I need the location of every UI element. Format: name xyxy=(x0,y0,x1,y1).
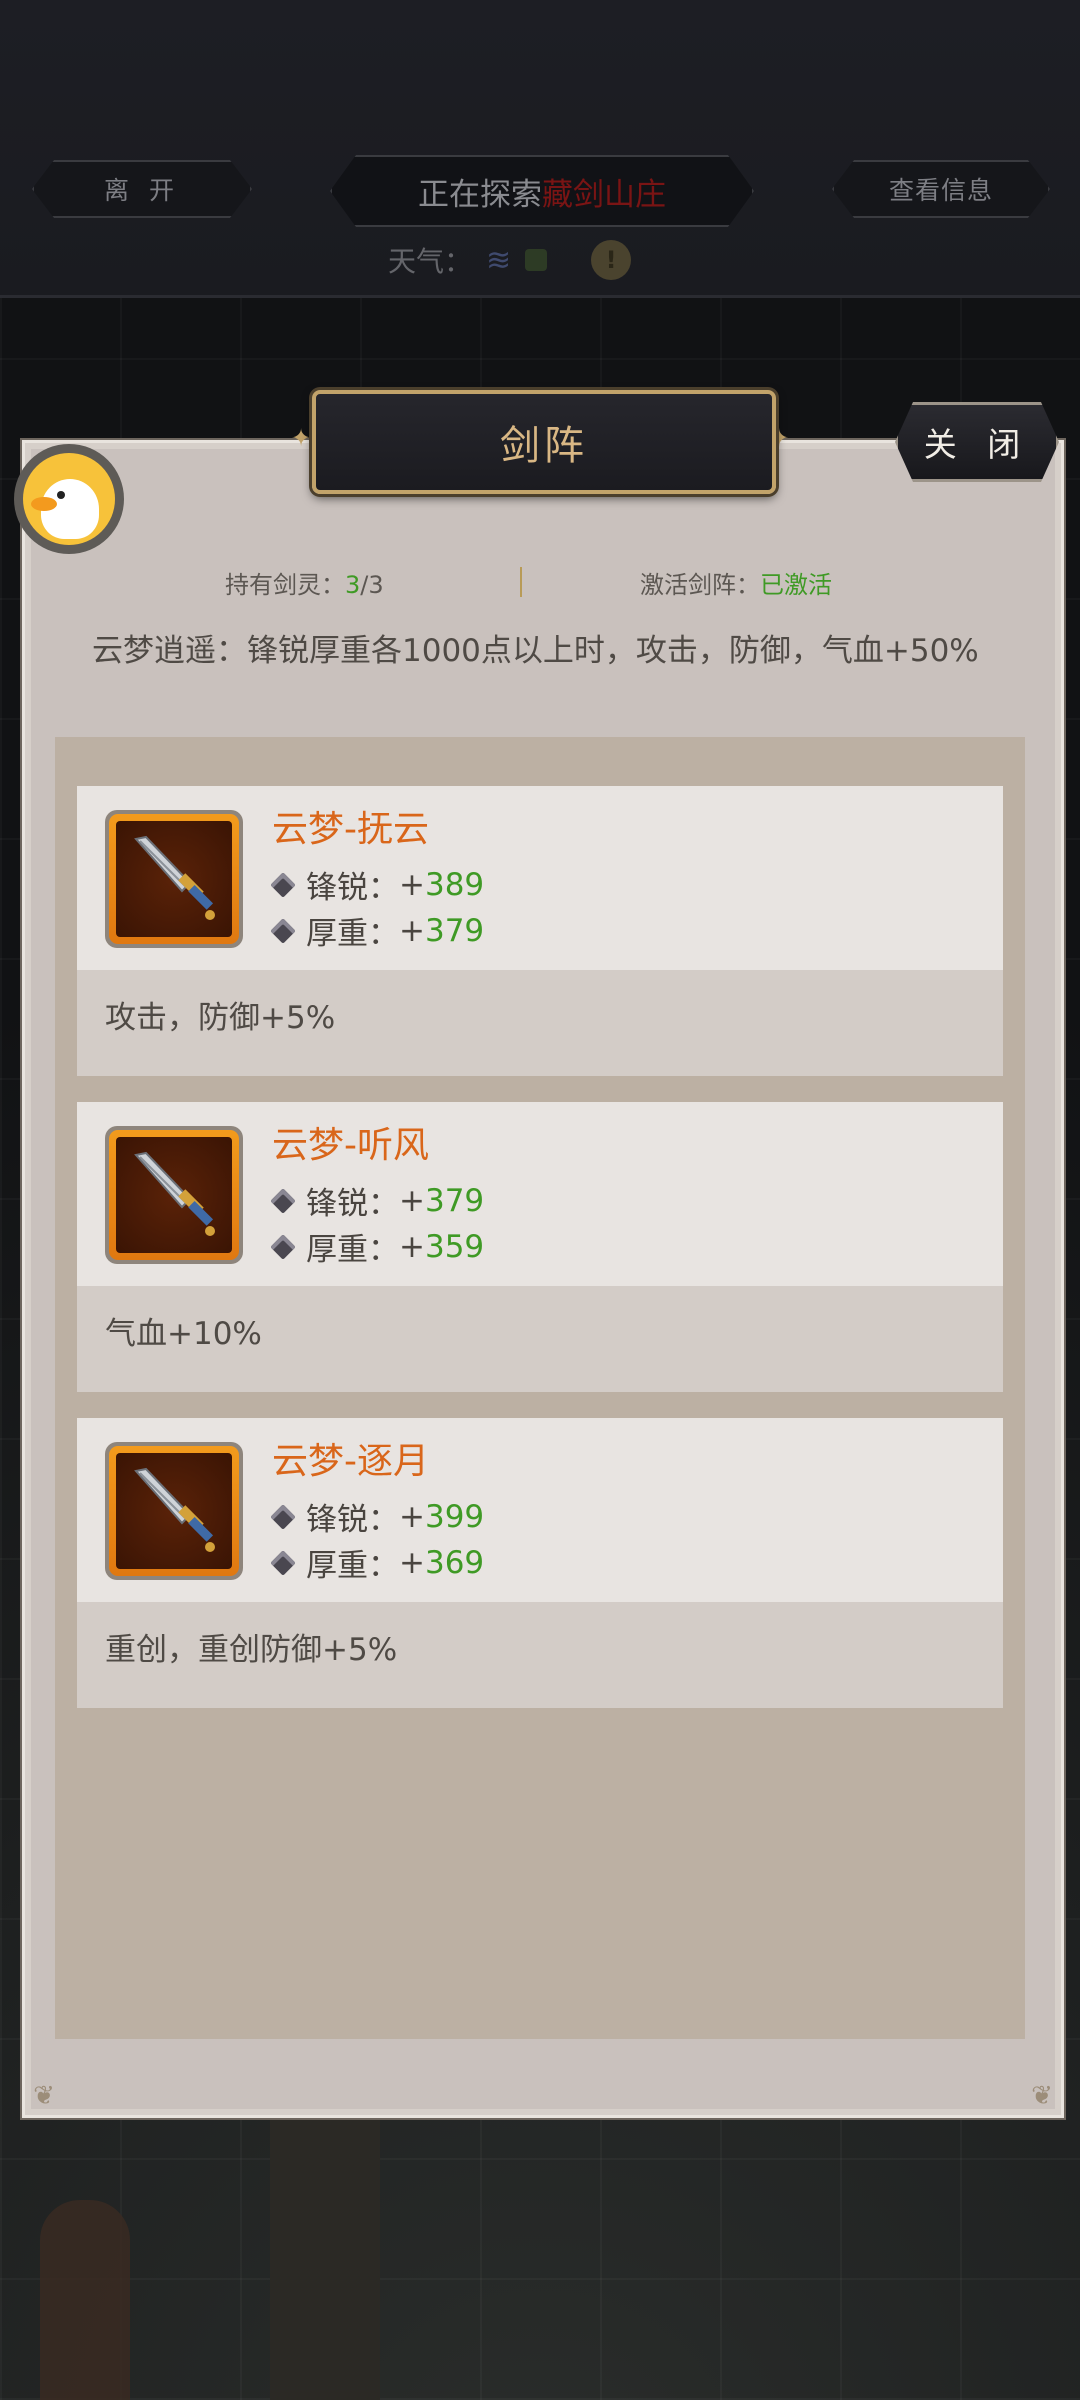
held-total: /3 xyxy=(360,571,384,599)
heaviness-stat: 厚重： +359 xyxy=(270,1224,484,1269)
sword-name: 云梦-听风 xyxy=(272,1125,429,1166)
sharpness-stat: 锋锐： +379 xyxy=(270,1178,484,1223)
held-spirits: 持有剑灵：3/3 xyxy=(225,571,384,599)
array-status-row: 持有剑灵：3/3 激活剑阵：已激活 xyxy=(40,565,1040,605)
sharpness-stat: 锋锐： +399 xyxy=(270,1494,484,1539)
exploring-place: 藏剑山庄 xyxy=(542,176,666,213)
heaviness-stat: 厚重： +369 xyxy=(270,1540,484,1585)
diamond-icon xyxy=(270,1503,296,1530)
view-info-button[interactable]: 查看信息 xyxy=(832,160,1050,218)
leaf-icon xyxy=(525,249,548,271)
array-effect-text: 云梦逍遥：锋锐厚重各1000点以上时，攻击，防御，气血+50% xyxy=(92,633,979,669)
sword-slot[interactable] xyxy=(105,1126,243,1264)
sharpness-stat: 锋锐： +389 xyxy=(270,862,484,907)
diamond-icon xyxy=(270,871,296,898)
sword-icon xyxy=(134,1151,215,1236)
weather-label: 天气： xyxy=(388,245,473,278)
leave-button[interactable]: 离 开 xyxy=(32,160,252,218)
corner-ornament: ❦ xyxy=(1031,2081,1053,2111)
wind-icon: ≋ xyxy=(486,242,512,278)
sword-bonus: 重创，重创防御+5% xyxy=(105,1632,398,1668)
diamond-icon xyxy=(270,1187,296,1214)
dialog-title: 剑阵 xyxy=(312,390,776,494)
sword-card[interactable]: 云梦-抚云 锋锐： +389 厚重： +379 攻击，防御+5% xyxy=(77,786,1003,1076)
alert-icon[interactable]: ! xyxy=(591,240,632,280)
avatar[interactable] xyxy=(14,444,124,554)
sword-name: 云梦-抚云 xyxy=(272,809,429,850)
exploring-title: 正在探索 藏剑山庄 xyxy=(330,155,754,227)
sword-slot[interactable] xyxy=(105,1442,243,1580)
heaviness-stat: 厚重： +379 xyxy=(270,908,484,953)
sword-card[interactable]: 云梦-听风 锋锐： +379 厚重： +359 气血+10% xyxy=(77,1102,1003,1392)
sword-name: 云梦-逐月 xyxy=(272,1441,429,1482)
sword-card[interactable]: 云梦-逐月 锋锐： +399 厚重： +369 重创，重创防御+5% xyxy=(77,1418,1003,1708)
duck-avatar-icon xyxy=(23,453,115,545)
diamond-icon xyxy=(270,917,296,944)
close-button[interactable]: 关 闭 xyxy=(895,402,1059,482)
scene-object xyxy=(40,2200,130,2400)
corner-ornament: ❦ xyxy=(33,2081,55,2111)
sword-slot[interactable] xyxy=(105,810,243,948)
sword-bonus: 气血+10% xyxy=(105,1316,262,1352)
activation-status: 已激活 xyxy=(760,571,832,599)
divider xyxy=(520,567,522,597)
weather-row: 天气： ≋ ! xyxy=(388,238,632,282)
diamond-icon xyxy=(270,1233,296,1260)
scene-pillar xyxy=(310,2110,380,2400)
exploring-prefix: 正在探索 xyxy=(418,176,542,213)
sword-icon xyxy=(134,835,215,920)
sword-bonus: 攻击，防御+5% xyxy=(105,1000,336,1036)
diamond-icon xyxy=(270,1549,296,1576)
held-count: 3 xyxy=(345,571,361,599)
array-activation: 激活剑阵：已激活 xyxy=(640,571,832,599)
sword-icon xyxy=(134,1467,215,1552)
